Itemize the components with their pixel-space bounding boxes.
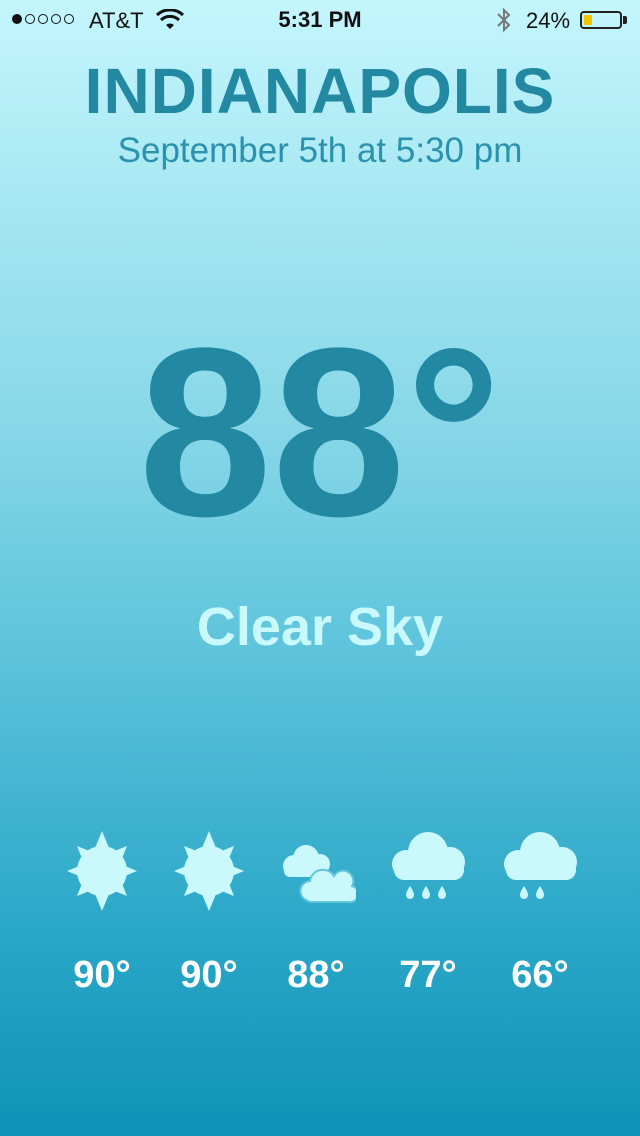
weather-condition: Clear Sky (196, 597, 444, 657)
forecast-item: 66° (490, 826, 590, 1006)
battery-nub (623, 16, 627, 24)
forecast-row: 90° 90° 88° 77° 66° (0, 826, 640, 1006)
updated-datetime: September 5th at 5:30 pm (117, 131, 523, 170)
forecast-item: 77° (378, 826, 478, 1006)
current-temperature: 88° (138, 298, 502, 566)
sun-icon (67, 831, 137, 911)
forecast-temp: 88° (287, 954, 345, 996)
forecast-temp: 90° (73, 954, 131, 996)
sun-icon (174, 831, 244, 911)
forecast-temp: 66° (511, 954, 569, 996)
forecast-item: 88° (266, 826, 366, 1006)
forecast-temp: 90° (180, 954, 238, 996)
city-name: INDIANAPOLIS (84, 55, 556, 127)
rain-cloud-icon (504, 832, 577, 899)
battery-percent: 24% (526, 8, 571, 33)
battery-level-fill (584, 15, 592, 25)
forecast-temp: 77° (399, 954, 457, 996)
forecast-item: 90° (52, 826, 152, 1006)
clouds-icon (283, 845, 356, 904)
battery-icon (580, 11, 622, 29)
status-bar: AT&T 5:31 PM 24% (0, 0, 640, 40)
forecast-item: 90° (159, 826, 259, 1006)
rain-cloud-icon (392, 832, 465, 899)
bluetooth-icon (497, 7, 511, 33)
